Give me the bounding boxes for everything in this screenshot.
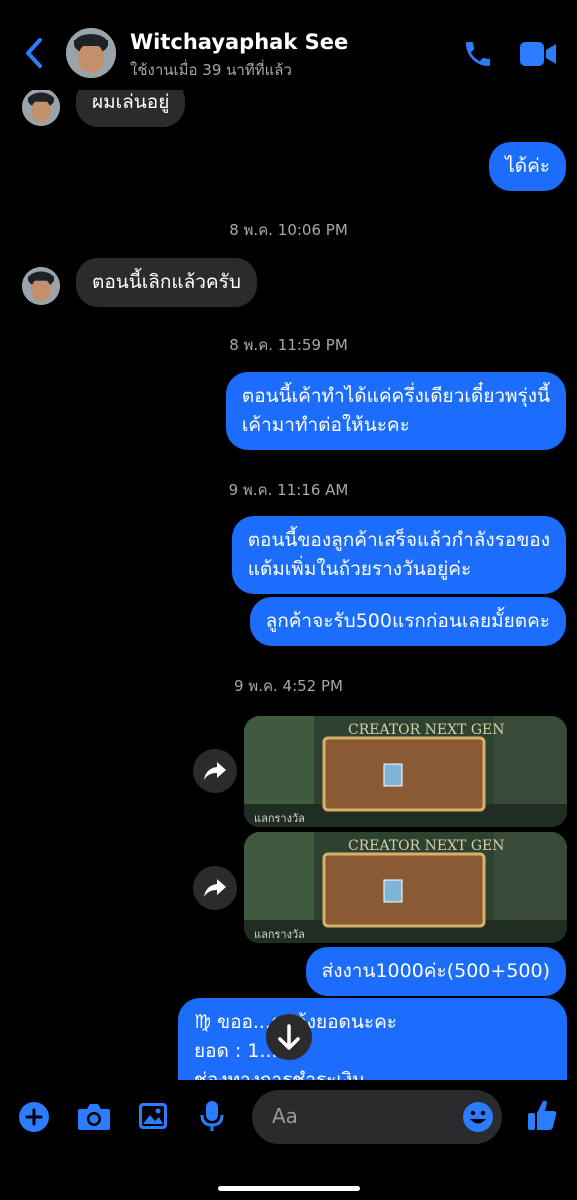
microphone-icon[interactable] <box>200 1099 224 1133</box>
timestamp: 9 พ.ค. 4:52 PM <box>234 677 343 695</box>
phone-call-icon[interactable] <box>462 38 494 70</box>
game-screenshot[interactable]: CREATOR NEXT GEN แลกรางวัล <box>244 832 567 943</box>
message-line: ตอนนี้ของลูกค้าเสร็จแล้วกำลังรอของ <box>247 529 550 551</box>
forward-button[interactable] <box>193 749 237 793</box>
sender-avatar[interactable] <box>22 267 60 305</box>
image-caption: แลกรางวัล <box>254 812 305 825</box>
camera-icon[interactable] <box>76 1102 112 1132</box>
outgoing-message[interactable]: ลูกค้าจะรับ500แรกก่อนเลยมั้ยตคะ <box>249 597 566 646</box>
forward-arrow-icon <box>204 762 226 780</box>
plus-icon[interactable] <box>18 1101 50 1133</box>
image-caption: แลกรางวัล <box>254 928 305 941</box>
sender-avatar[interactable] <box>22 88 60 126</box>
forward-button[interactable] <box>193 866 237 910</box>
forward-arrow-icon <box>204 879 226 897</box>
timestamp: 8 พ.ค. 11:59 PM <box>229 336 348 354</box>
image-title: CREATOR NEXT GEN <box>348 838 505 854</box>
message-line: ยอด : 1...าท <box>194 1040 301 1062</box>
outgoing-message[interactable]: ตอนนี้เค้าทำได้แค่ครึ่งเดียวเดี๋ยวพรุ่งน… <box>225 372 566 450</box>
video-call-icon[interactable] <box>519 40 557 68</box>
emoji-icon[interactable] <box>462 1101 494 1133</box>
message-input-placeholder: Aa <box>272 1104 298 1128</box>
incoming-message[interactable]: ตอนนี้เลิกแล้วครับ <box>76 258 257 307</box>
active-status: ใช้งานเมื่อ 39 นาทีที่แล้ว <box>130 61 292 79</box>
photo-gallery-icon[interactable] <box>137 1101 169 1131</box>
timestamp: 8 พ.ค. 10:06 PM <box>229 221 348 239</box>
outgoing-message[interactable]: ได้ค่ะ <box>489 142 566 191</box>
message-input[interactable]: Aa <box>252 1090 502 1144</box>
virgo-emoji: ♍ <box>194 1011 218 1033</box>
message-line: เค้ามาทำต่อให้นะคะ <box>241 414 410 436</box>
home-indicator <box>218 1186 360 1191</box>
timestamp: 9 พ.ค. 11:16 AM <box>228 481 349 499</box>
thumbs-up-icon[interactable] <box>526 1098 558 1132</box>
message-line: ตอนนี้เค้าทำได้แค่ครึ่งเดียวเดี๋ยวพรุ่งน… <box>241 385 550 407</box>
message-line: ♍ ขออ...ตแจ้งยอดนะคะ <box>194 1008 551 1037</box>
back-chevron-icon[interactable] <box>22 36 46 70</box>
chat-header: Witchayaphak See ใช้งานเมื่อ 39 นาทีที่แ… <box>0 0 577 90</box>
game-screenshot[interactable]: CREATOR NEXT GEN แลกรางวัล <box>244 716 567 827</box>
outgoing-message[interactable]: ส่งงาน1000ค่ะ(500+500) <box>305 947 566 996</box>
outgoing-message[interactable]: ตอนนี้ของลูกค้าเสร็จแล้วกำลังรอของ แต้มเ… <box>231 516 566 594</box>
message-line: แต้มเพิ่มในถ้วยรางวันอยู่ค่ะ <box>247 558 472 580</box>
arrow-down-icon <box>278 1024 300 1050</box>
contact-name[interactable]: Witchayaphak See <box>130 30 348 54</box>
scroll-to-bottom-button[interactable] <box>266 1014 312 1060</box>
contact-avatar[interactable] <box>66 28 116 78</box>
image-title: CREATOR NEXT GEN <box>348 722 505 738</box>
